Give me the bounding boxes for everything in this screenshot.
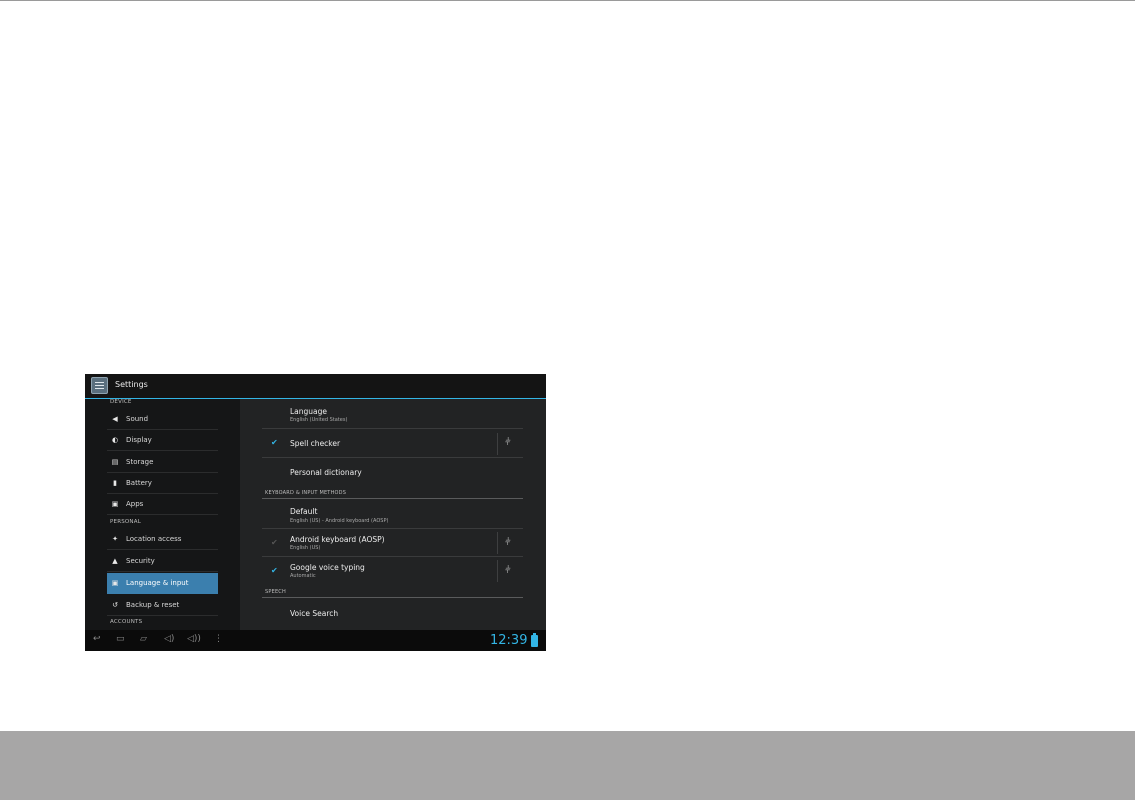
google-voice-typing-settings-icon[interactable]: ⫩ — [505, 565, 511, 576]
divider — [497, 560, 498, 582]
sidebar-item-battery[interactable]: ▮ Battery — [107, 473, 218, 494]
voice-search-title: Voice Search — [290, 609, 339, 618]
android-keyboard-settings-icon[interactable]: ⫩ — [505, 537, 511, 548]
battery-status-icon — [531, 633, 538, 647]
sidebar-item-security[interactable]: ▲ Security — [107, 551, 218, 572]
settings-content: Language English (United States) ✔ Spell… — [240, 399, 546, 630]
sidebar-item-backup-reset[interactable]: ↺ Backup & reset — [107, 595, 218, 616]
android-keyboard-checkbox-icon[interactable]: ✔ — [271, 538, 278, 547]
sidebar-item-label: Location access — [126, 535, 182, 543]
sidebar-item-label: Battery — [126, 479, 152, 487]
default-ime-title: Default — [290, 507, 318, 516]
header-device: DEVICE — [110, 399, 132, 405]
spell-checker-settings-icon[interactable]: ⫩ — [505, 437, 511, 448]
default-ime-row[interactable]: Default English (US) - Android keyboard … — [262, 500, 523, 529]
sidebar-item-label: Apps — [126, 500, 144, 508]
language-row[interactable]: Language English (United States) — [262, 399, 523, 429]
sidebar-item-storage[interactable]: ▤ Storage — [107, 452, 218, 473]
language-summary: English (United States) — [290, 417, 348, 423]
spell-checker-row[interactable]: ✔ Spell checker ⫩ — [262, 429, 523, 458]
android-keyboard-row[interactable]: ✔ Android keyboard (AOSP) English (US) ⫩ — [262, 529, 523, 557]
default-ime-summary: English (US) - Android keyboard (AOSP) — [290, 518, 389, 524]
personal-dictionary-title: Personal dictionary — [290, 468, 362, 477]
recent-apps-icon[interactable]: ▱ — [140, 634, 147, 644]
divider — [497, 433, 498, 455]
sidebar-item-label: Security — [126, 557, 155, 565]
display-icon: ◐ — [111, 436, 119, 444]
location-icon: ✦ — [112, 535, 118, 543]
backup-icon: ↺ — [112, 601, 118, 609]
sidebar-item-label: Display — [126, 436, 152, 444]
google-voice-typing-checkbox-icon[interactable]: ✔ — [271, 566, 278, 575]
sidebar-item-sound[interactable]: ◀ Sound — [107, 409, 218, 430]
section-speech-label: SPEECH — [265, 589, 286, 595]
android-settings-screenshot: Settings DEVICE ◀ Sound ◐ Display ▤ Stor… — [85, 374, 546, 651]
sidebar-item-apps[interactable]: ▣ Apps — [107, 494, 218, 515]
android-keyboard-title: Android keyboard (AOSP) — [290, 535, 385, 544]
sidebar-item-display[interactable]: ◐ Display — [107, 430, 218, 451]
google-voice-typing-title: Google voice typing — [290, 563, 365, 572]
settings-sidebar: DEVICE ◀ Sound ◐ Display ▤ Storage ▮ Bat… — [85, 399, 240, 630]
sidebar-item-label: Backup & reset — [126, 601, 180, 609]
action-bar: Settings — [85, 374, 546, 399]
voice-search-row[interactable]: Voice Search — [262, 600, 523, 630]
google-voice-typing-row[interactable]: ✔ Google voice typing Automatic ⫩ — [262, 557, 523, 585]
apps-icon: ▣ — [111, 500, 119, 508]
back-icon[interactable]: ↩ — [93, 634, 101, 644]
page-footer-band — [0, 731, 1135, 800]
spell-checker-title: Spell checker — [290, 439, 341, 448]
language-icon: ▣ — [111, 579, 119, 587]
divider — [497, 532, 498, 554]
home-icon[interactable]: ▭ — [116, 634, 125, 644]
google-voice-typing-summary: Automatic — [290, 573, 316, 579]
sidebar-item-location-access[interactable]: ✦ Location access — [107, 529, 218, 550]
personal-dictionary-row[interactable]: Personal dictionary — [262, 458, 523, 486]
spell-checker-checkbox-icon[interactable]: ✔ — [271, 438, 278, 447]
header-accounts: ACCOUNTS — [110, 619, 143, 625]
section-speech: SPEECH — [262, 586, 523, 598]
section-keyboard-input-methods: KEYBOARD & INPUT METHODS — [262, 487, 523, 499]
sidebar-item-label: Sound — [126, 415, 149, 423]
android-keyboard-summary: English (US) — [290, 545, 321, 551]
settings-app-icon[interactable] — [91, 377, 108, 394]
header-personal: PERSONAL — [110, 519, 141, 525]
language-title: Language — [290, 407, 328, 416]
storage-icon: ▤ — [111, 458, 119, 466]
section-keyboard-label: KEYBOARD & INPUT METHODS — [265, 490, 347, 496]
lock-icon: ▲ — [112, 557, 118, 565]
sidebar-item-label: Storage — [126, 458, 154, 466]
app-title: Settings — [115, 380, 148, 389]
sidebar-item-label: Language & input — [126, 579, 189, 587]
system-navigation-bar: ↩ ▭ ▱ ◁) ◁)) ⋮ 12:39 — [85, 630, 546, 651]
sidebar-item-language-input[interactable]: ▣ Language & input — [107, 573, 218, 594]
battery-icon: ▮ — [113, 479, 117, 487]
page-top-rule — [0, 0, 1135, 1]
volume-down-icon[interactable]: ◁) — [164, 634, 174, 644]
volume-up-icon[interactable]: ◁)) — [187, 634, 201, 644]
menu-icon[interactable]: ⋮ — [214, 634, 223, 644]
sound-icon: ◀ — [112, 415, 118, 423]
status-clock: 12:39 — [490, 633, 528, 648]
